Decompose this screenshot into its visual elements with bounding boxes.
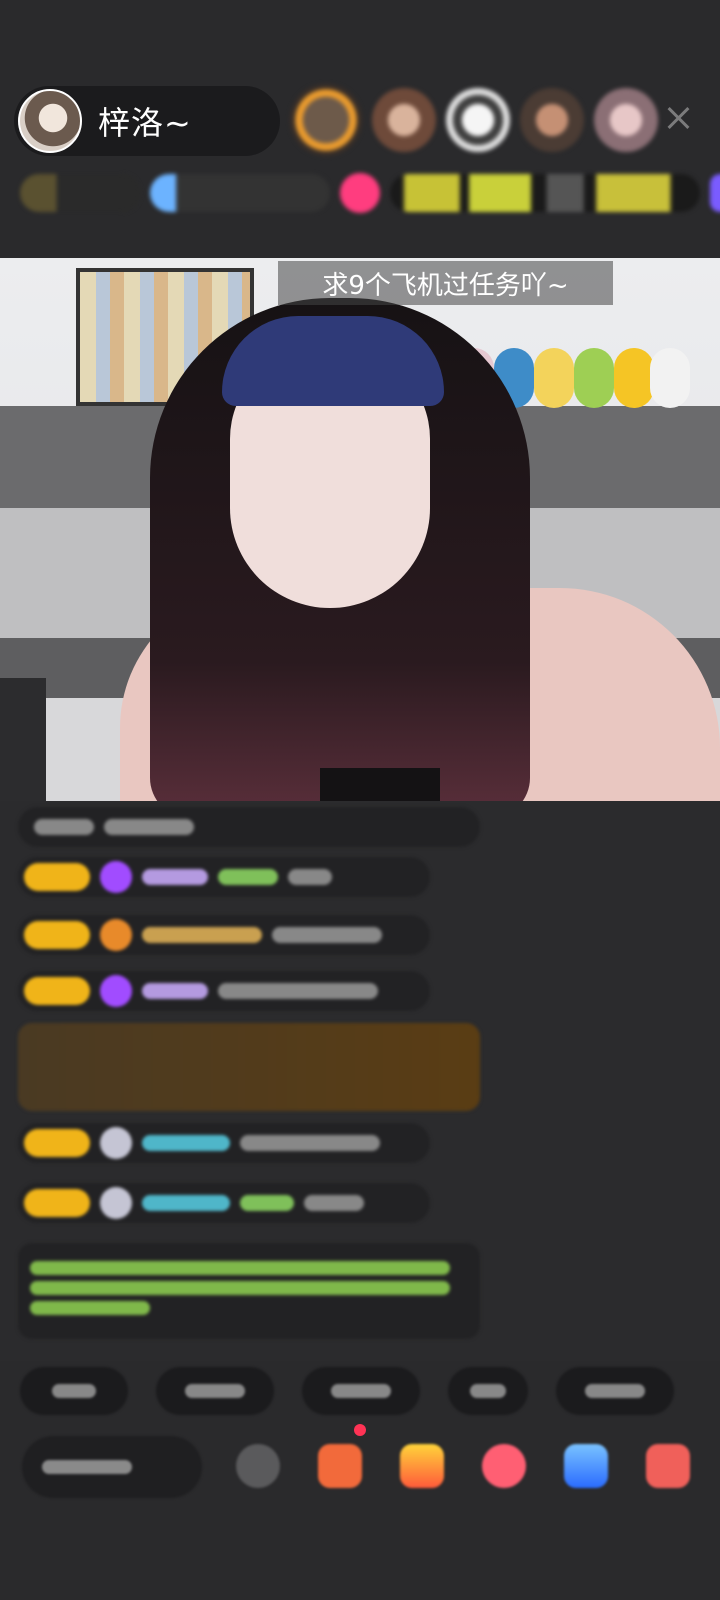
bottom-bar <box>0 1426 720 1536</box>
chat-message <box>18 1183 430 1223</box>
emoji-icon[interactable] <box>236 1444 280 1488</box>
quick-reply-chip[interactable] <box>556 1367 674 1415</box>
streamer-headband <box>222 316 444 406</box>
plush-toy <box>650 348 690 408</box>
viewer-avatar[interactable] <box>290 84 362 156</box>
level-badge <box>24 1129 90 1157</box>
quick-reply-row <box>20 1367 674 1415</box>
system-notice <box>18 1243 480 1339</box>
chat-message <box>18 915 430 955</box>
quick-reply-chip[interactable] <box>448 1367 528 1415</box>
quick-reply-chip[interactable] <box>302 1367 420 1415</box>
rank-chip[interactable] <box>20 174 140 212</box>
notification-dot <box>354 1424 366 1436</box>
chat-message <box>18 1123 430 1163</box>
level-badge <box>24 863 90 891</box>
tag-chip-list[interactable] <box>390 174 700 212</box>
chat-message <box>18 971 430 1011</box>
streamer-top <box>320 768 440 801</box>
level-badge <box>24 977 90 1005</box>
popularity-chip[interactable] <box>150 174 330 212</box>
gem-icon <box>100 1127 132 1159</box>
quick-reply-chip[interactable] <box>20 1367 128 1415</box>
gem-icon <box>100 919 132 951</box>
plush-toy <box>614 348 654 408</box>
gift-icon[interactable] <box>482 1444 526 1488</box>
room-info-row <box>20 170 720 216</box>
viewer-avatar[interactable] <box>446 88 510 152</box>
chair <box>0 678 46 801</box>
gem-icon <box>100 975 132 1007</box>
close-icon[interactable] <box>664 104 692 132</box>
host-info[interactable]: 梓洛~ <box>14 86 280 156</box>
chat-message <box>18 807 480 847</box>
gem-icon <box>100 861 132 893</box>
quick-reply-chip[interactable] <box>156 1367 274 1415</box>
chat-list[interactable] <box>0 801 720 1361</box>
plush-toy <box>534 348 574 408</box>
gift-message <box>18 1023 480 1111</box>
activity-icon[interactable] <box>710 174 720 212</box>
shop-icon[interactable] <box>318 1444 362 1488</box>
video-caption: 求9个飞机过任务吖~ <box>278 261 613 305</box>
level-badge <box>24 921 90 949</box>
plush-toy <box>574 348 614 408</box>
live-video[interactable] <box>0 258 720 801</box>
gift-box-icon[interactable] <box>400 1444 444 1488</box>
more-icon[interactable] <box>646 1444 690 1488</box>
viewer-avatar[interactable] <box>372 88 436 152</box>
gem-icon <box>100 1187 132 1219</box>
host-avatar[interactable] <box>18 89 82 153</box>
host-name: 梓洛~ <box>98 104 192 142</box>
hot-icon[interactable] <box>340 173 380 213</box>
game-icon[interactable] <box>564 1444 608 1488</box>
chat-message <box>18 857 430 897</box>
live-room: 梓洛~ 求9个飞机过任务吖~ <box>0 0 720 1600</box>
level-badge <box>24 1189 90 1217</box>
viewer-avatar-list <box>290 84 658 156</box>
viewer-avatar[interactable] <box>520 88 584 152</box>
viewer-avatar[interactable] <box>594 88 658 152</box>
comment-input[interactable] <box>22 1436 202 1498</box>
